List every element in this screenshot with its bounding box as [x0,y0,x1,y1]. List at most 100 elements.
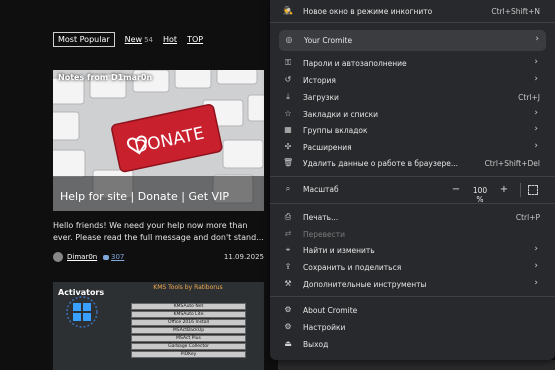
menu-separator [270,203,555,204]
menu-item-label: Сохранить и поделиться [303,263,402,272]
filter-new[interactable]: New 54 [125,35,153,44]
menu-item-shortcut: Ctrl+P [515,213,540,222]
filter-most-popular[interactable]: Most Popular [53,32,115,47]
filter-new-label: New [124,35,143,44]
menu-item-label: Your Cromite [304,36,353,45]
browser-main-menu: 🕵 Новое окно в режиме инкогнито Ctrl+Shi… [270,0,555,360]
toolbox-icon: ⚒ [284,279,292,288]
filter-bar: Most Popular New 54 Hot TOP [53,32,203,47]
author-link[interactable]: Dimar0n [67,253,97,261]
gear-icon: ⚙ [284,322,292,331]
avatar[interactable] [53,252,63,262]
translate-icon: ⇄ [284,229,292,238]
menu-item-about[interactable]: ⚙ About Cromite [270,302,555,318]
history-icon: ↺ [284,75,292,84]
page-strip [278,360,555,370]
comment-icon [103,254,109,260]
menu-item-label: About Cromite [303,306,358,315]
find-edit-icon: ⌖ [285,245,291,254]
save-share-icon: ⇪ [284,262,292,271]
menu-item-settings[interactable]: ⚙ Настройки [270,319,555,335]
menu-item-print[interactable]: ⎙ Печать... Ctrl+P [270,209,555,225]
comments-link[interactable]: 307 [103,253,124,261]
chevron-right-icon: › [534,57,538,67]
incognito-icon: 🕵 [283,6,293,15]
kms-tool-item: Office 2016 Install [131,319,246,326]
menu-item-label: Выход [303,340,329,349]
menu-item-shortcut: Ctrl+Shift+Del [484,159,540,168]
key-icon: ⚿ [284,58,292,67]
windows-logo-icon [66,296,98,328]
chevron-right-icon: › [534,108,538,118]
menu-zoom-row: ⌕ Масштаб − 100 % + [270,181,555,204]
zoom-label: Масштаб [303,185,339,194]
article-date: 11.09.2025 [223,253,264,261]
article2-image-title: KMS Tools by Ratiborus [153,284,223,291]
kms-tool-item: PIDKey [131,351,246,358]
star-icon: ☆ [284,109,292,118]
menu-item-clear-data[interactable]: 🗑 Удалить данные о работе в браузере... … [270,155,555,171]
menu-item-exit[interactable]: ⏏ Выход [270,336,555,352]
fullscreen-icon[interactable] [528,185,538,195]
menu-item-translate[interactable]: ⇄ Перевести [270,226,555,242]
printer-icon: ⎙ [284,212,292,221]
exit-icon: ⏏ [284,339,292,348]
account-icon: ◎ [285,35,293,44]
menu-item-incognito[interactable]: 🕵 Новое окно в режиме инкогнито Ctrl+Shi… [270,3,555,19]
menu-item-label: История [303,76,336,85]
menu-item-profile[interactable]: ◎ Your Cromite › [279,30,546,51]
menu-item-more-tools[interactable]: ⚒ Дополнительные инструменты › [270,276,555,292]
menu-item-label: Закладки и списки [303,110,378,119]
filter-new-count: 54 [144,36,154,44]
menu-item-save-share[interactable]: ⇪ Сохранить и поделиться › [270,259,555,275]
download-icon: ⤓ [286,92,290,101]
menu-item-label: Загрузки [303,93,339,102]
menu-item-extensions[interactable]: ✣ Расширения › [270,139,555,155]
menu-item-label: Печать... [303,213,339,222]
menu-separator [270,176,555,177]
article-card[interactable]: DONATE Notes from D1mar0n Help for site … [53,70,264,211]
article-meta: Dimar0n 307 11.09.2025 [53,252,264,264]
kms-tool-item: KMSAuto Net [131,303,246,310]
menu-item-bookmarks[interactable]: ☆ Закладки и списки › [270,106,555,122]
menu-item-shortcut: Ctrl+Shift+N [491,7,540,16]
menu-separator [270,296,555,297]
chevron-right-icon: › [534,261,538,271]
zoom-divider [520,183,521,197]
filter-hot[interactable]: Hot [163,35,177,44]
chevron-right-icon: › [535,34,539,44]
chevron-right-icon: › [534,278,538,288]
menu-item-downloads[interactable]: ⤓ Загрузки Ctrl+J [270,89,555,105]
puzzle-icon: ✣ [284,142,292,151]
menu-item-label: Найти и изменить [303,246,375,255]
menu-item-label: Настройки [303,323,346,332]
zoom-in-button[interactable]: + [498,184,510,196]
chevron-right-icon: › [534,74,538,84]
menu-item-label: Пароли и автозаполнение [303,59,407,68]
zoom-level: 100 % [472,186,488,204]
kms-tool-item: MSActBackUp [131,327,246,334]
menu-item-history[interactable]: ↺ История › [270,72,555,88]
chevron-right-icon: › [534,244,538,254]
menu-item-label: Группы вкладок [303,126,368,135]
filter-top[interactable]: TOP [187,35,203,44]
info-gear-icon: ⚙ [284,305,292,314]
trash-icon: 🗑 [283,158,294,167]
tab-groups-icon: ▦ [284,125,292,134]
kms-tool-list: KMSAuto Net KMSAuto Lite Office 2016 Ins… [131,303,246,359]
menu-item-tab-groups[interactable]: ▦ Группы вкладок › [270,122,555,138]
comments-count: 307 [111,253,125,261]
article-category-tag[interactable]: Notes from D1mar0n [58,73,152,82]
browser-viewport: Most Popular New 54 Hot TOP DONATE Notes… [0,0,555,370]
zoom-out-button[interactable]: − [450,184,462,196]
menu-item-label: Новое окно в режиме инкогнито [303,7,433,16]
menu-item-find[interactable]: ⌖ Найти и изменить › [270,242,555,258]
menu-item-label: Удалить данные о работе в браузере... [303,159,458,168]
kms-tool-item: MSAct Plus [131,335,246,342]
menu-item-shortcut: Ctrl+J [518,93,540,102]
chevron-right-icon: › [534,141,538,151]
article-card-2[interactable]: Activators KMS Tools by Ratiborus KMSAut… [53,282,264,370]
article-title[interactable]: Help for site | Donate | Get VIP [60,190,229,203]
menu-item-passwords[interactable]: ⚿ Пароли и автозаполнение › [270,55,555,71]
zoom-icon: ⌕ [285,184,291,193]
